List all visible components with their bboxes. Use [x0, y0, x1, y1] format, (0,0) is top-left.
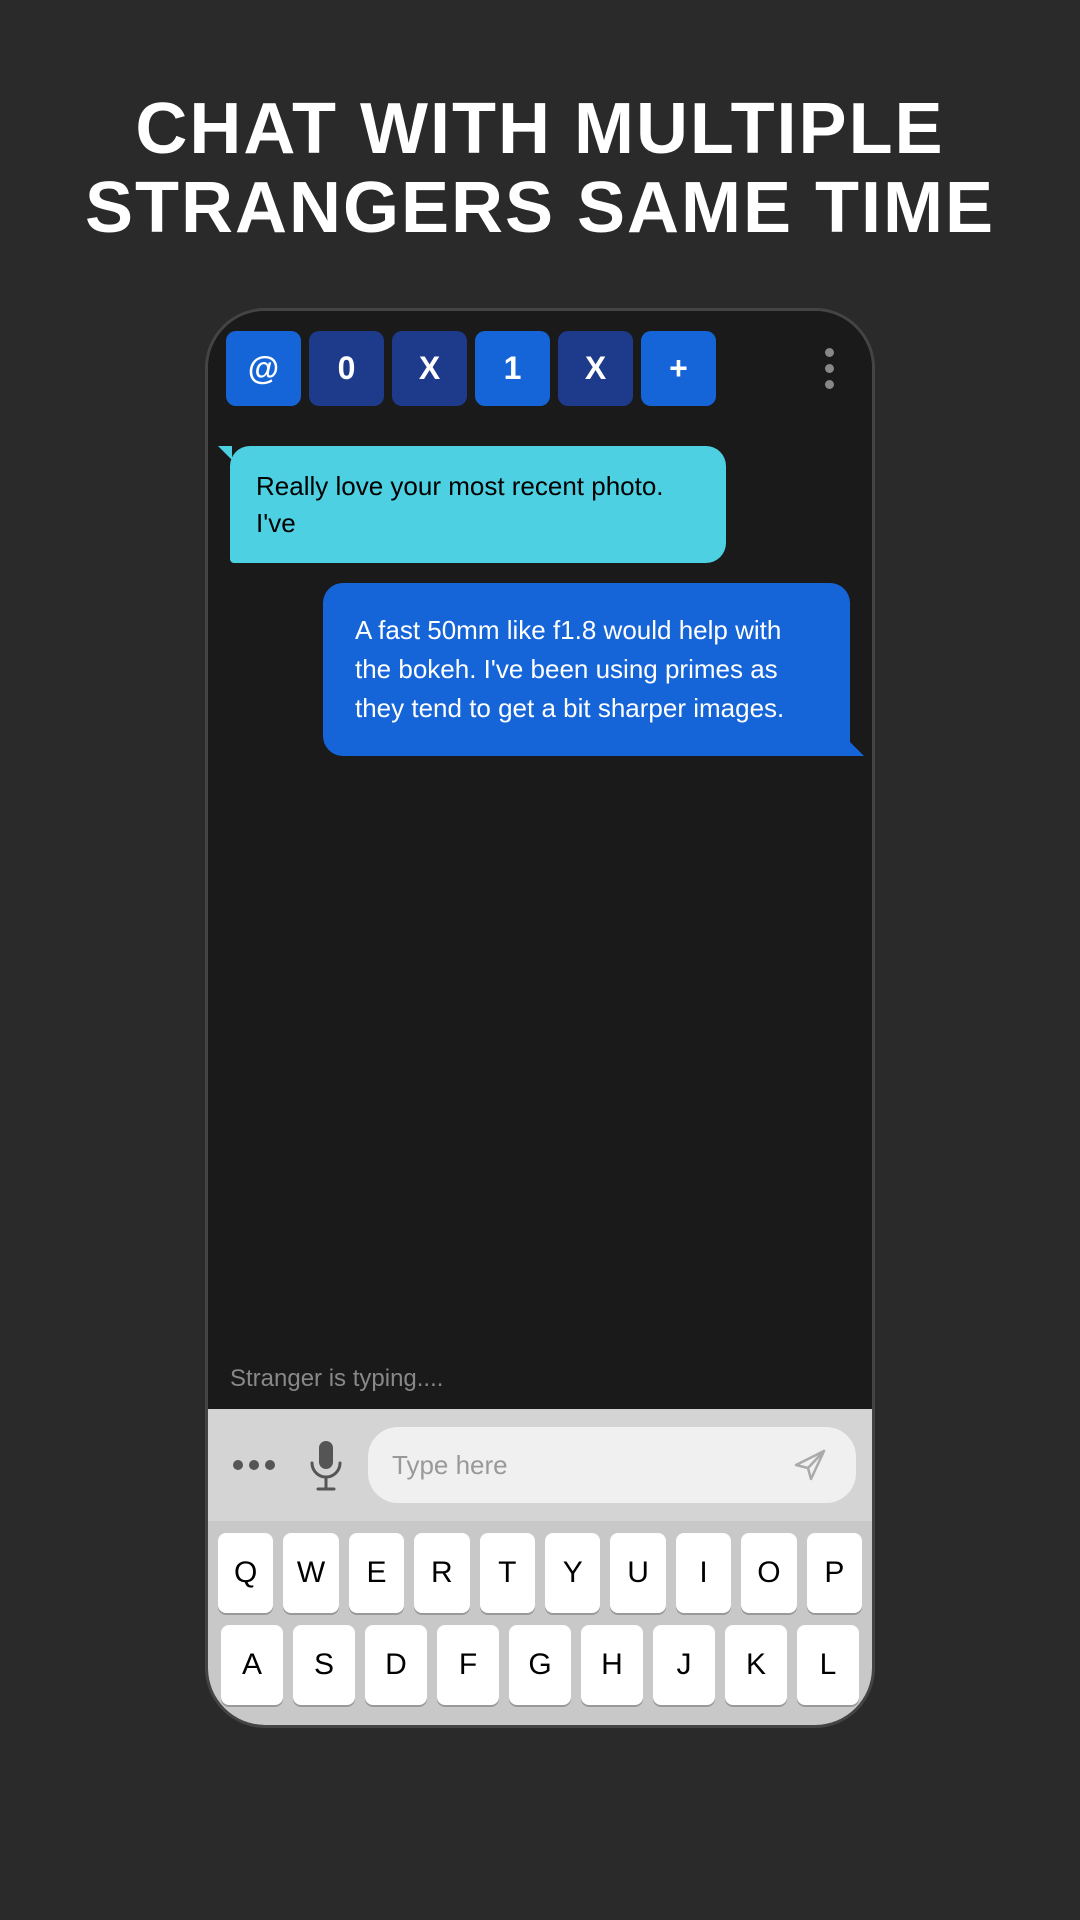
- send-button[interactable]: [788, 1443, 832, 1487]
- mic-button[interactable]: [296, 1437, 356, 1493]
- key-q[interactable]: Q: [218, 1533, 273, 1613]
- tab-x2[interactable]: X: [558, 331, 633, 406]
- key-e[interactable]: E: [349, 1533, 404, 1613]
- chat-area: Really love your most recent photo. I've…: [208, 426, 872, 1349]
- key-a[interactable]: A: [221, 1625, 283, 1705]
- key-r[interactable]: R: [414, 1533, 469, 1613]
- dot-icon: [825, 380, 834, 389]
- dots-icon: [232, 1457, 276, 1473]
- input-area: Type here: [208, 1409, 872, 1521]
- input-placeholder: Type here: [392, 1450, 508, 1481]
- received-message: Really love your most recent photo. I've: [230, 446, 726, 563]
- tab-at[interactable]: @: [226, 331, 301, 406]
- page-title: CHAT WITH MULTIPLE STRANGERS SAME TIME: [25, 90, 1055, 248]
- dot-icon: [825, 348, 834, 357]
- key-t[interactable]: T: [480, 1533, 535, 1613]
- dots-button[interactable]: [224, 1437, 284, 1493]
- tab-plus[interactable]: +: [641, 331, 716, 406]
- key-j[interactable]: J: [653, 1625, 715, 1705]
- key-h[interactable]: H: [581, 1625, 643, 1705]
- phone-mockup: @ 0 X 1 X + Really love your most recent…: [205, 308, 875, 1728]
- dot-icon: [825, 364, 834, 373]
- more-menu-button[interactable]: [804, 331, 854, 406]
- sent-message: A fast 50mm like f1.8 would help with th…: [323, 583, 850, 756]
- mic-icon: [308, 1439, 344, 1491]
- key-i[interactable]: I: [676, 1533, 731, 1613]
- key-k[interactable]: K: [725, 1625, 787, 1705]
- key-y[interactable]: Y: [545, 1533, 600, 1613]
- key-d[interactable]: D: [365, 1625, 427, 1705]
- key-u[interactable]: U: [610, 1533, 665, 1613]
- keyboard: Q W E R T Y U I O P A S D F G H J K L: [208, 1521, 872, 1725]
- key-w[interactable]: W: [283, 1533, 338, 1613]
- tab-zero[interactable]: 0: [309, 331, 384, 406]
- key-p[interactable]: P: [807, 1533, 862, 1613]
- typing-indicator: Stranger is typing....: [208, 1349, 872, 1409]
- key-l[interactable]: L: [797, 1625, 859, 1705]
- key-s[interactable]: S: [293, 1625, 355, 1705]
- tab-bar: @ 0 X 1 X +: [208, 311, 872, 426]
- keyboard-row-1: Q W E R T Y U I O P: [218, 1533, 862, 1613]
- send-icon: [791, 1446, 829, 1484]
- keyboard-row-2: A S D F G H J K L: [218, 1625, 862, 1705]
- key-g[interactable]: G: [509, 1625, 571, 1705]
- key-f[interactable]: F: [437, 1625, 499, 1705]
- tab-one[interactable]: 1: [475, 331, 550, 406]
- key-o[interactable]: O: [741, 1533, 796, 1613]
- tab-x1[interactable]: X: [392, 331, 467, 406]
- text-input[interactable]: Type here: [368, 1427, 856, 1503]
